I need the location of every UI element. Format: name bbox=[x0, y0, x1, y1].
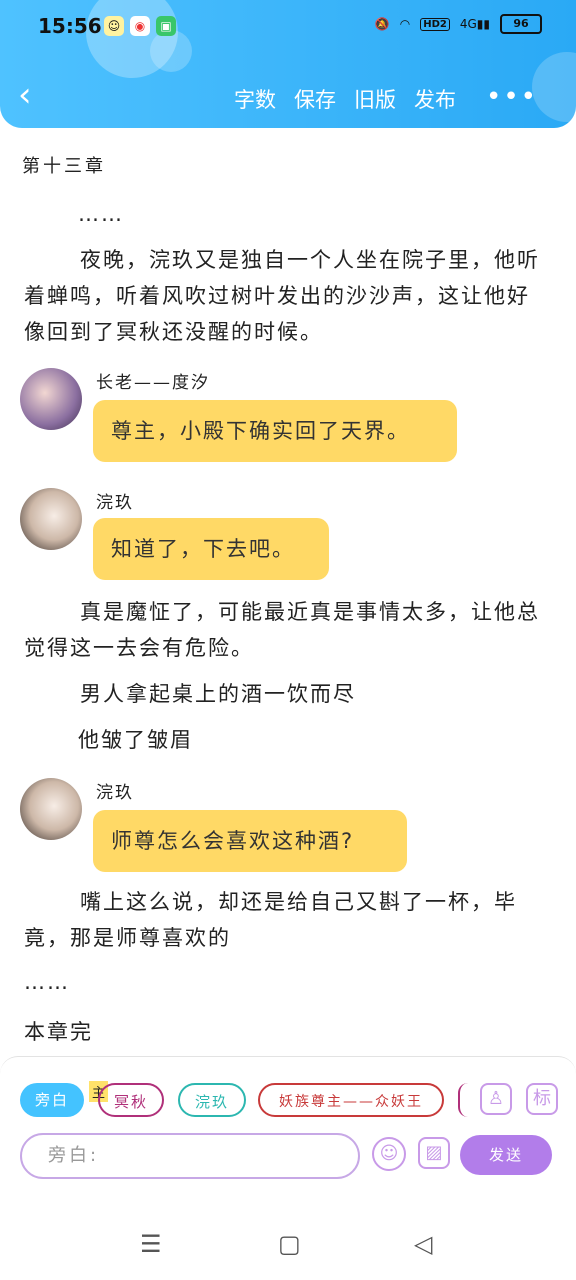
home-icon[interactable]: ▢ bbox=[278, 1230, 301, 1258]
status-time: 15:56 bbox=[38, 14, 102, 38]
message-bubble[interactable]: 尊主，小殿下确实回了天界。 bbox=[93, 400, 457, 462]
save-button[interactable]: 保存 bbox=[294, 84, 336, 114]
chapter-title: 第十三章 bbox=[22, 156, 106, 177]
notification-icons: ☺ ◉ ▣ bbox=[104, 16, 176, 36]
app-header: 15:56 ☺ ◉ ▣ 🔕 ◠ HD2 4G▮▮ 96 ‹ 字数 保存 旧版 发… bbox=[0, 0, 576, 128]
old-version-button[interactable]: 旧版 bbox=[354, 84, 396, 114]
mute-icon: 🔕 bbox=[374, 17, 390, 31]
signal-icon: 4G▮▮ bbox=[459, 17, 490, 31]
paragraph: 真是魔怔了，可能最近真是事情太多，让他总觉得这一去会有危险。 bbox=[24, 600, 540, 660]
paragraph: 夜晚，浣玖又是独自一个人坐在院子里，他听着蝉鸣，听着风吹过树叶发出的沙沙声，这让… bbox=[24, 248, 540, 344]
role-chip-mingqiu[interactable]: 冥秋 bbox=[98, 1083, 164, 1117]
role-chip-demon-lord[interactable]: 妖族尊主——众妖王 bbox=[258, 1083, 444, 1117]
image-icon[interactable]: ▨ bbox=[418, 1137, 450, 1169]
paragraph: 嘴上这么说，却还是给自己又斟了一杯，毕竟，那是师尊喜欢的 bbox=[24, 890, 517, 950]
more-icon[interactable]: ••• bbox=[486, 82, 538, 112]
word-count-button[interactable]: 字数 bbox=[234, 84, 276, 114]
paragraph: 他皱了皱眉 bbox=[78, 728, 193, 752]
message-bubble[interactable]: 知道了，下去吧。 bbox=[93, 518, 329, 580]
avatar[interactable] bbox=[20, 778, 82, 840]
system-icons: 🔕 ◠ HD2 4G▮▮ 96 bbox=[375, 14, 542, 34]
app-icon: ▣ bbox=[156, 16, 176, 36]
message-bubble[interactable]: 师尊怎么会喜欢这种酒? bbox=[93, 810, 407, 872]
menu-icon[interactable]: ☰ bbox=[140, 1230, 162, 1258]
battery-icon: 96 bbox=[500, 14, 542, 34]
speaker-name: 浣玖 bbox=[96, 783, 134, 803]
speaker-name: 长老——度汐 bbox=[96, 373, 210, 393]
top-nav: ‹ 字数 保存 旧版 发布 ••• bbox=[0, 68, 576, 124]
publish-button[interactable]: 发布 bbox=[414, 84, 456, 114]
wifi-icon: ◠ bbox=[399, 17, 411, 31]
avatar[interactable] bbox=[20, 488, 82, 550]
ellipsis-text: …… bbox=[24, 970, 70, 994]
chevron-left-icon[interactable]: ‹ bbox=[18, 78, 32, 112]
paragraph: 男人拿起桌上的酒一饮而尽 bbox=[80, 682, 356, 706]
emoji-icon[interactable]: ☺ bbox=[372, 1137, 406, 1171]
role-chip-partial[interactable] bbox=[458, 1083, 468, 1117]
hd-icon: HD2 bbox=[420, 17, 450, 31]
message-input[interactable]: 旁白: bbox=[20, 1133, 360, 1179]
role-chip-narration[interactable]: 旁白 bbox=[20, 1083, 84, 1117]
send-button[interactable]: 发送 bbox=[460, 1135, 552, 1175]
tag-icon[interactable]: 标 bbox=[526, 1083, 558, 1115]
avatar[interactable] bbox=[20, 368, 82, 430]
status-bar: 15:56 ☺ ◉ ▣ 🔕 ◠ HD2 4G▮▮ 96 bbox=[0, 0, 576, 56]
person-icon[interactable]: ♙ bbox=[480, 1083, 512, 1115]
weibo-icon: ◉ bbox=[130, 16, 150, 36]
notification-app-icon: ☺ bbox=[104, 16, 124, 36]
system-nav-bar: ☰ ▢ ◁ bbox=[0, 1210, 576, 1280]
chapter-end-text: 本章完 bbox=[24, 1020, 93, 1044]
back-triangle-icon[interactable]: ◁ bbox=[414, 1230, 432, 1258]
ellipsis-text: …… bbox=[78, 202, 124, 226]
nav-actions: 字数 保存 旧版 发布 bbox=[234, 84, 456, 114]
role-chip-huanjiu[interactable]: 浣玖 bbox=[178, 1083, 246, 1117]
speaker-name: 浣玖 bbox=[96, 493, 134, 513]
editor-panel: 旁白 主 冥秋 浣玖 妖族尊主——众妖王 ♙ 标 旁白: ☺ ▨ 发送 bbox=[0, 1056, 576, 1211]
